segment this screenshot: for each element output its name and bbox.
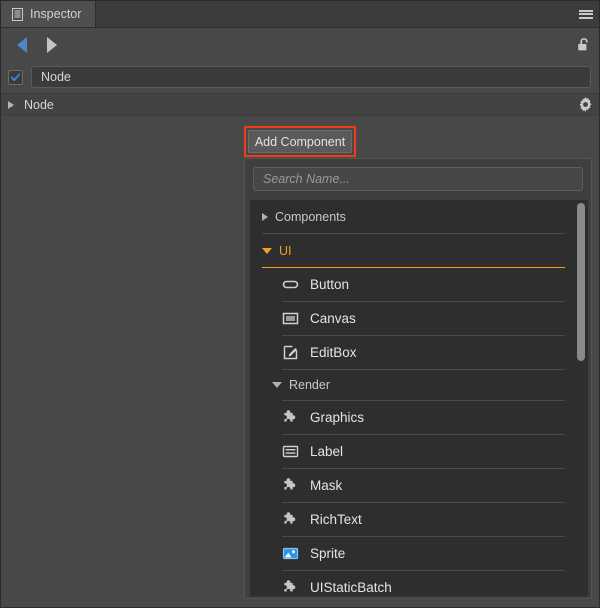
- inspector-document-icon: [12, 7, 23, 21]
- gear-icon[interactable]: [569, 93, 599, 116]
- list-item-label: Label: [310, 444, 344, 459]
- back-button[interactable]: [7, 28, 37, 61]
- list-item-mask[interactable]: Mask: [250, 469, 574, 502]
- hamburger-menu-icon[interactable]: [571, 1, 599, 27]
- arrow-right-icon: [47, 36, 57, 53]
- chevron-right-icon: [262, 212, 268, 221]
- group-components-label: Components: [275, 209, 346, 224]
- node-name-input[interactable]: Node: [31, 66, 591, 88]
- canvas-frame-icon: [282, 310, 299, 327]
- list-item-label: EditBox: [310, 345, 357, 360]
- list-item-label: Canvas: [310, 311, 356, 326]
- puzzle-piece-icon: [282, 579, 299, 596]
- inspector-panel: Inspector Node Node Add Component Search…: [0, 0, 600, 608]
- sprite-image-icon: [282, 545, 299, 562]
- checkmark-icon: [10, 72, 21, 81]
- chevron-down-icon: [262, 247, 272, 254]
- puzzle-piece-icon: [282, 477, 299, 494]
- forward-button[interactable]: [37, 28, 67, 61]
- list-item-button[interactable]: Button: [250, 268, 574, 301]
- group-render-label: Render: [289, 378, 330, 392]
- puzzle-piece-icon: [282, 409, 299, 426]
- group-ui[interactable]: UI: [250, 234, 574, 267]
- navigation-bar: [1, 28, 599, 61]
- puzzle-piece-icon: [282, 511, 299, 528]
- chevron-right-icon[interactable]: [1, 93, 21, 116]
- list-item-uistaticbatch[interactable]: UIStaticBatch: [250, 571, 574, 596]
- node-name-row: Node: [1, 63, 599, 91]
- node-name-value: Node: [41, 70, 71, 84]
- component-list: Components UI Button Canvas EditBox Rend…: [250, 200, 588, 596]
- list-item-richtext[interactable]: RichText: [250, 503, 574, 536]
- tab-inspector[interactable]: Inspector: [1, 1, 97, 27]
- lock-toggle-button[interactable]: [567, 28, 599, 61]
- scrollbar-thumb[interactable]: [577, 203, 585, 361]
- tab-bar: Inspector: [1, 1, 599, 28]
- component-list-inner: Components UI Button Canvas EditBox Rend…: [250, 200, 588, 596]
- list-item-graphics[interactable]: Graphics: [250, 401, 574, 434]
- search-input[interactable]: [253, 167, 583, 191]
- list-item-label[interactable]: Label: [250, 435, 574, 468]
- tab-inspector-label: Inspector: [30, 7, 82, 21]
- group-ui-label: UI: [279, 243, 292, 258]
- node-component-label: Node: [24, 97, 54, 112]
- label-lines-icon: [282, 443, 299, 460]
- list-item-label: Mask: [310, 478, 343, 493]
- editbox-pencil-icon: [282, 344, 299, 361]
- group-render[interactable]: Render: [250, 370, 574, 400]
- list-item-label: RichText: [310, 512, 362, 527]
- tab-bar-spacer: [96, 1, 571, 27]
- add-component-button[interactable]: Add Component: [248, 130, 352, 153]
- node-component-header[interactable]: Node: [1, 93, 599, 116]
- group-components[interactable]: Components: [250, 200, 574, 233]
- search-row: [245, 159, 591, 198]
- add-component-dropdown: Components UI Button: [244, 158, 592, 599]
- list-item-canvas[interactable]: Canvas: [250, 302, 574, 335]
- arrow-left-icon: [17, 36, 27, 53]
- list-item-label: Sprite: [310, 546, 346, 561]
- list-item-editbox[interactable]: EditBox: [250, 336, 574, 369]
- list-item-label: Button: [310, 277, 350, 292]
- list-item-sprite[interactable]: Sprite: [250, 537, 574, 570]
- list-item-label: UIStaticBatch: [310, 580, 392, 595]
- node-enabled-checkbox[interactable]: [8, 69, 23, 85]
- capsule-button-icon: [282, 276, 299, 293]
- unlock-icon: [578, 37, 588, 50]
- list-item-label: Graphics: [310, 410, 365, 425]
- chevron-down-icon: [272, 382, 282, 388]
- vertical-scrollbar[interactable]: [577, 203, 585, 593]
